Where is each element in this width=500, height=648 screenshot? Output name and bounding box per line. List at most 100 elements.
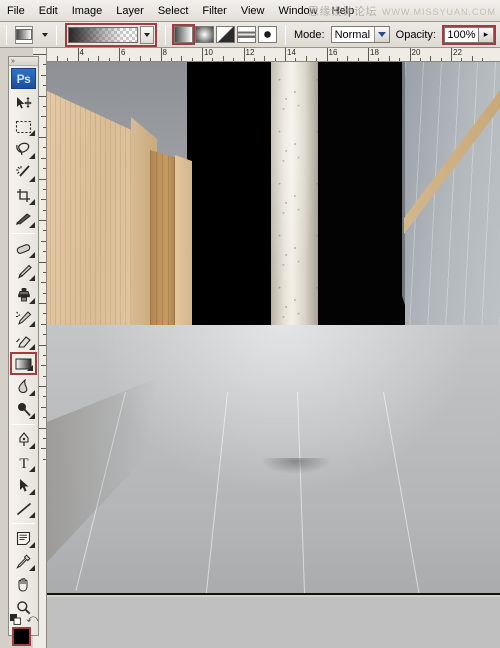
chevron-down-icon[interactable] <box>373 27 389 42</box>
ruler-minor-tick <box>41 116 46 118</box>
line-tool[interactable] <box>10 497 37 520</box>
notes-tool[interactable] <box>10 527 37 550</box>
swap-colors-icon[interactable]: ⤺ <box>26 613 38 626</box>
gradient-preview-swatch[interactable] <box>68 26 138 43</box>
menu-item-image[interactable]: Image <box>65 2 110 20</box>
foreground-color-swatch[interactable] <box>12 627 31 646</box>
image-bottom-edge <box>47 593 500 595</box>
ruler-minor-tick <box>181 56 183 61</box>
color-swatches: ⤺ <box>9 613 40 648</box>
menu-item-layer[interactable]: Layer <box>109 2 151 20</box>
tool-preset-picker[interactable] <box>15 25 33 44</box>
ruler-minor-tick <box>233 58 235 61</box>
menu-item-edit[interactable]: Edit <box>32 2 65 20</box>
ruler-minor-tick <box>212 58 214 61</box>
type-tool[interactable]: T <box>10 451 37 474</box>
ruler-minor-tick <box>43 313 46 315</box>
diamond-gradient-icon[interactable] <box>258 26 277 43</box>
blend-mode-value: Normal <box>334 28 371 41</box>
ruler-minor-tick <box>43 334 46 336</box>
ruler-minor-tick <box>482 58 484 61</box>
flyout-indicator-icon <box>29 443 35 449</box>
pen-tool[interactable] <box>10 428 37 451</box>
hand-tool[interactable] <box>10 573 37 596</box>
gradient-chevron-down-icon[interactable] <box>140 25 154 44</box>
ruler-minor-tick <box>41 406 46 408</box>
opacity-stepper-arrow-icon[interactable]: ▸ <box>478 26 494 43</box>
ruler-minor-tick <box>43 126 46 128</box>
ruler-minor-tick <box>56 56 58 61</box>
gradient-picker[interactable] <box>65 22 157 47</box>
crop-tool[interactable] <box>10 184 37 207</box>
move-tool[interactable] <box>10 92 37 115</box>
column-floor-shadow <box>261 458 331 474</box>
opacity-input[interactable]: 100% <box>444 26 478 43</box>
radial-gradient-icon[interactable] <box>195 26 214 43</box>
flyout-indicator-icon <box>29 344 35 350</box>
healing-brush-tool[interactable] <box>10 237 37 260</box>
ruler-minor-tick <box>43 105 46 107</box>
menu-bar: File Edit Image Layer Select Filter View… <box>0 0 500 22</box>
ruler-minor-tick <box>357 58 359 61</box>
flyout-indicator-icon <box>29 390 35 396</box>
gradient-type-group <box>172 24 277 45</box>
lasso-tool[interactable] <box>10 138 37 161</box>
flyout-indicator-icon <box>29 413 35 419</box>
path-selection-tool[interactable] <box>10 474 37 497</box>
ruler-minor-tick <box>43 230 46 232</box>
menu-item-select[interactable]: Select <box>151 2 196 20</box>
toolbar-divider <box>12 424 35 425</box>
watermark: 思缘设计论坛 WWW.MISSYUAN.COM <box>308 3 496 19</box>
ruler-minor-tick <box>440 58 442 61</box>
ruler-minor-tick <box>43 271 46 273</box>
tool-preset-chevron-down-icon[interactable] <box>42 32 48 37</box>
ruler-minor-tick <box>336 58 338 61</box>
image-canvas[interactable] <box>47 62 500 595</box>
ruler-label: 10 <box>204 48 213 57</box>
dodge-tool[interactable] <box>10 398 37 421</box>
ruler-minor-tick <box>150 58 152 61</box>
linear-gradient-icon[interactable] <box>172 24 195 45</box>
magic-wand-tool[interactable] <box>10 161 37 184</box>
workspace-background <box>47 597 500 648</box>
menu-item-filter[interactable]: Filter <box>195 2 233 20</box>
ruler-minor-tick <box>253 58 255 61</box>
flyout-indicator-icon <box>27 365 33 371</box>
flyout-indicator-icon <box>29 252 35 258</box>
history-brush-tool[interactable] <box>10 306 37 329</box>
menu-item-view[interactable]: View <box>234 2 272 20</box>
svg-text:T: T <box>19 456 28 470</box>
ruler-minor-tick <box>87 58 89 61</box>
ruler-major-tick <box>33 54 46 55</box>
ruler-minor-tick <box>139 56 141 61</box>
ruler-minor-tick <box>43 437 46 439</box>
photoshop-logo: Ps <box>11 68 36 89</box>
slice-tool[interactable] <box>10 207 37 230</box>
ruler-minor-tick <box>388 56 390 61</box>
horizontal-ruler[interactable]: 246810121416182022 <box>33 48 500 62</box>
reflected-gradient-icon[interactable] <box>237 26 256 43</box>
eraser-tool[interactable] <box>10 329 37 352</box>
clone-stamp-tool[interactable] <box>10 283 37 306</box>
flyout-indicator-icon <box>29 153 35 159</box>
gradient-tool[interactable] <box>10 352 37 375</box>
photoshop-window: File Edit Image Layer Select Filter View… <box>0 0 500 648</box>
blur-tool[interactable] <box>10 375 37 398</box>
panel-drag-handle-icon[interactable]: » <box>9 57 38 66</box>
angle-gradient-icon[interactable] <box>216 26 235 43</box>
ruler-minor-tick <box>43 147 46 149</box>
ruler-minor-tick <box>170 58 172 61</box>
opacity-control[interactable]: 100% ▸ <box>442 24 496 45</box>
blend-mode-select[interactable]: Normal <box>330 26 390 43</box>
brush-tool[interactable] <box>10 260 37 283</box>
eyedropper-tool[interactable] <box>10 550 37 573</box>
ruler-minor-tick <box>43 188 46 190</box>
ruler-minor-tick <box>41 199 46 201</box>
ruler-minor-tick <box>430 56 432 61</box>
ruler-minor-tick <box>305 56 307 61</box>
marquee-tool[interactable] <box>10 115 37 138</box>
options-divider <box>285 24 286 45</box>
menu-item-file[interactable]: File <box>0 2 32 20</box>
flyout-indicator-icon <box>29 466 35 472</box>
flyout-indicator-icon <box>29 512 35 518</box>
